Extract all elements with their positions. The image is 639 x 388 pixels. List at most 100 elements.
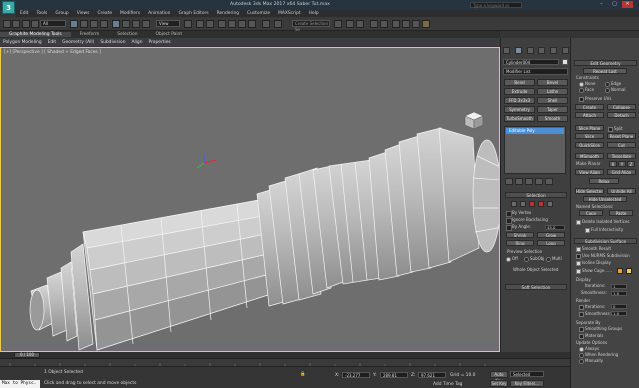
menu-create[interactable]: Create	[93, 10, 116, 17]
app-logo[interactable]: 3	[2, 1, 15, 14]
update-always-radio[interactable]: Always	[579, 346, 599, 352]
element-icon[interactable]	[547, 201, 553, 207]
extrude-button[interactable]: Extrude	[504, 88, 535, 95]
split-checkbox[interactable]: Split	[608, 126, 623, 132]
select-object-icon[interactable]	[70, 20, 78, 28]
spinner-snap-icon[interactable]	[248, 20, 256, 28]
constraint-none-radio[interactable]: None	[579, 81, 595, 87]
cut-button[interactable]: Cut	[607, 142, 636, 148]
planar-z-button[interactable]: Z	[627, 161, 635, 167]
by-angle-spinner[interactable]: 45.0	[545, 225, 565, 230]
menu-edit[interactable]: Edit	[16, 10, 33, 17]
menu-graph-editors[interactable]: Graph Editors	[174, 10, 212, 17]
preview-multi-radio[interactable]: Multi	[546, 256, 562, 262]
menu-modifiers[interactable]: Modifiers	[116, 10, 144, 17]
cage-selection-color-swatch[interactable]	[626, 268, 632, 274]
tab-selection[interactable]: Selection	[108, 32, 146, 37]
vertex-icon[interactable]	[511, 201, 517, 207]
edge-icon[interactable]	[520, 201, 526, 207]
remove-modifier-icon[interactable]	[535, 178, 543, 185]
render-smoothness-spinner[interactable]: 1.0	[611, 311, 627, 316]
tab-freeform[interactable]: Freeform	[71, 32, 109, 37]
minimize-button[interactable]: –	[596, 1, 607, 8]
display-tab-icon[interactable]	[549, 47, 557, 54]
update-when-rendering-radio[interactable]: When Rendering	[579, 352, 618, 358]
menu-customize[interactable]: Customize	[243, 10, 274, 17]
z-coordinate-field[interactable]: 97.621	[418, 372, 446, 378]
preserve-uvs-checkbox[interactable]: Preserve UVs	[579, 96, 611, 102]
close-button[interactable]: ✕	[622, 1, 633, 8]
make-planar-label[interactable]: Make Planar	[576, 161, 600, 166]
pin-stack-icon[interactable]	[505, 178, 513, 185]
auto-key-button[interactable]: Auto Key	[490, 371, 508, 383]
render-iterations-spinner[interactable]: 0	[611, 304, 627, 309]
taper-button[interactable]: Taper	[537, 106, 568, 113]
constraint-edge-radio[interactable]: Edge	[605, 81, 621, 87]
link-icon[interactable]	[22, 20, 30, 28]
edit-geometry-header[interactable]: Edit Geometry	[574, 60, 637, 66]
show-end-result-icon[interactable]	[515, 178, 523, 185]
key-selection-dropdown[interactable]: Selected	[510, 371, 544, 377]
isoline-display-checkbox[interactable]: Isoline Display	[576, 260, 611, 266]
bevel-button[interactable]: Bevel	[537, 79, 568, 86]
shell-button[interactable]: Shell	[537, 97, 568, 104]
create-tab-icon[interactable]	[503, 47, 511, 54]
modify-tab-icon[interactable]	[514, 47, 522, 54]
grow-button[interactable]: Grow	[537, 232, 565, 238]
smoothness-spinner[interactable]: 1.0	[611, 291, 627, 296]
by-vertex-checkbox[interactable]: By Vertex	[505, 210, 567, 217]
rendered-frame-window-icon[interactable]	[412, 20, 420, 28]
panel-properties[interactable]: Properties	[146, 40, 174, 45]
keyboard-shortcut-icon[interactable]	[206, 20, 214, 28]
select-and-move-icon[interactable]	[112, 20, 120, 28]
cage-color-swatch[interactable]	[617, 268, 623, 274]
key-filters-button[interactable]: Key Filters...	[510, 380, 544, 387]
align-icon[interactable]	[334, 20, 342, 28]
quickslice-button[interactable]: QuickSlice	[575, 142, 604, 148]
hide-unselected-button[interactable]: Hide Unselected	[583, 196, 627, 202]
show-cage-checkbox[interactable]: Show Cage......	[576, 268, 612, 274]
layer-explorer-icon[interactable]	[346, 20, 354, 28]
manipulate-icon[interactable]	[196, 20, 204, 28]
constraint-face-radio[interactable]: Face	[579, 87, 594, 93]
tab-object-paint[interactable]: Object Paint	[147, 32, 192, 37]
selection-filter-dropdown[interactable]: All	[40, 20, 66, 27]
selection-rollout-header[interactable]: Selection	[505, 192, 567, 198]
polygon-icon[interactable]	[538, 201, 544, 207]
smooth-result-checkbox[interactable]: Smooth Result	[576, 246, 611, 252]
loop-button[interactable]: Loop	[537, 240, 565, 246]
menu-rendering[interactable]: Rendering	[213, 10, 243, 17]
angle-snap-icon[interactable]	[228, 20, 236, 28]
paste-button[interactable]: Paste	[609, 210, 633, 216]
tessellate-button[interactable]: Tessellate	[607, 153, 636, 159]
utilities-tab-icon[interactable]	[561, 47, 569, 54]
lathe-button[interactable]: Lathe	[537, 88, 568, 95]
turbosmooth-button[interactable]: TurboSmooth	[504, 115, 535, 122]
planar-x-button[interactable]: X	[609, 161, 617, 167]
relax-button[interactable]: Relax	[589, 178, 619, 184]
stack-item-editable-poly[interactable]: Editable Poly	[506, 128, 564, 134]
materials-checkbox[interactable]: Materials	[579, 333, 603, 339]
toggle-ribbon-icon[interactable]	[356, 20, 364, 28]
track-bar[interactable]	[0, 358, 570, 367]
set-key-button[interactable]: Set Key	[490, 380, 508, 387]
render-smoothness-checkbox[interactable]: Smoothness:	[579, 311, 611, 317]
maximize-button[interactable]: ▢	[609, 1, 620, 8]
menu-views[interactable]: Views	[73, 10, 94, 17]
attach-button[interactable]: Attach	[575, 112, 604, 118]
lock-selection-icon[interactable]: 🔒	[300, 372, 305, 377]
y-coordinate-field[interactable]: 289.81	[380, 372, 408, 378]
slice-plane-button[interactable]: Slice Plane	[575, 125, 604, 131]
copy-button[interactable]: Copy	[579, 210, 603, 216]
grid-align-button[interactable]: Grid Align	[607, 169, 636, 175]
constraint-normal-radio[interactable]: Normal	[605, 87, 625, 93]
soft-selection-rollout-header[interactable]: Soft Selection	[505, 284, 567, 290]
maxscript-listener[interactable]: Max to Physc.	[0, 380, 40, 388]
mirror-icon[interactable]	[274, 20, 282, 28]
shrink-button[interactable]: Shrink	[506, 232, 534, 238]
ffd-button[interactable]: FFD 3x3x3	[504, 97, 535, 104]
rectangle-selection-icon[interactable]	[90, 20, 98, 28]
update-manually-radio[interactable]: Manually	[579, 358, 603, 364]
hide-selected-button[interactable]: Hide Selected	[575, 188, 604, 194]
select-by-name-icon[interactable]	[80, 20, 88, 28]
